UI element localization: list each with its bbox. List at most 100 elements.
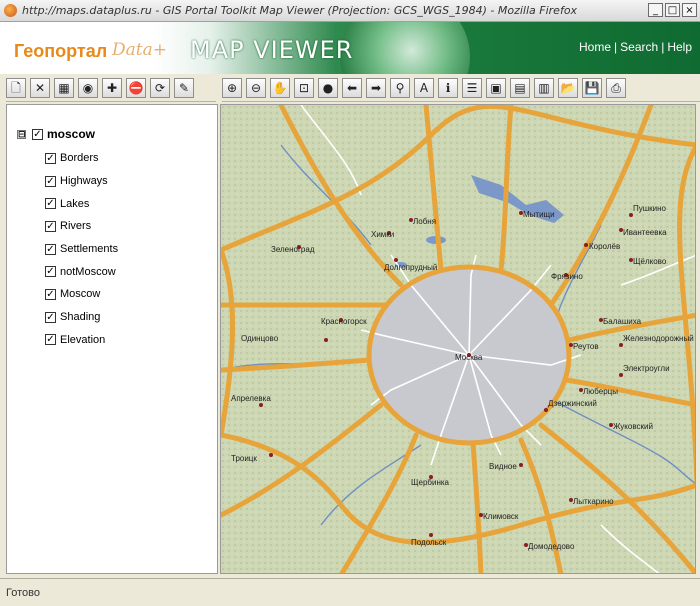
refresh-icon: ⟳	[154, 81, 166, 95]
map-label: Москва	[455, 353, 483, 362]
back-arrow-icon: ⬅	[346, 81, 358, 95]
layer-checkbox[interactable]: ✓	[45, 266, 56, 278]
map-label: Балашиха	[603, 317, 642, 326]
text-tool-icon: A	[419, 81, 429, 95]
globe-button[interactable]: ◉	[78, 78, 98, 98]
map-label: Домодедово	[528, 542, 575, 551]
full-extent-globe-icon: ●	[322, 81, 334, 95]
layer-item[interactable]: ✓ Rivers	[45, 215, 118, 238]
layer-checkbox[interactable]: ✓	[45, 198, 56, 210]
print-button[interactable]: ⎙	[606, 78, 626, 98]
minimize-button[interactable]: _	[648, 3, 663, 17]
map-label: Троицк	[231, 454, 257, 463]
collapse-toggle[interactable]: ⊟	[17, 129, 26, 139]
save-icon: 💾	[584, 81, 600, 95]
delete-button[interactable]: ✕	[30, 78, 50, 98]
map-label: Люберцы	[583, 387, 618, 396]
window-controls: _ □ ×	[648, 3, 697, 17]
settlement-marker	[519, 463, 523, 467]
pan-hand-button[interactable]: ✋	[270, 78, 290, 98]
stop-button[interactable]: ⛔	[126, 78, 146, 98]
settlement-marker	[544, 408, 548, 412]
globe-icon: ◉	[82, 81, 94, 95]
window-title: http://maps.dataplus.ru - GIS Portal Too…	[22, 4, 578, 17]
pen-icon: ✎	[178, 81, 190, 95]
forward-arrow-button[interactable]: ➡	[366, 78, 386, 98]
layer-label: Elevation	[60, 333, 106, 346]
stop-icon: ⛔	[128, 81, 144, 95]
layer-label: Shading	[60, 311, 101, 324]
zoom-out-button[interactable]: ⊖	[246, 78, 266, 98]
map-label: Жуковский	[613, 422, 653, 431]
clear-selection-button[interactable]: ▤	[510, 78, 530, 98]
brand-logo: Data+	[112, 40, 167, 60]
legend-icon: ☰	[466, 81, 478, 95]
open-folder-button[interactable]: 📂	[558, 78, 578, 98]
map-label: Красногорск	[321, 317, 367, 326]
layers-button[interactable]: ▦	[54, 78, 74, 98]
layer-tree: ⊟ ✓ moscow ✓ Borders ✓ Highways ✓ Lakes ✓ River…	[17, 127, 118, 351]
layer-label: Lakes	[60, 197, 90, 210]
zoom-in-button[interactable]: ⊕	[222, 78, 242, 98]
layer-toolbar: 🗋 ✕ ▦ ◉ ✚ ⛔ ⟳ ✎	[6, 75, 216, 102]
root-checkbox[interactable]: ✓	[32, 128, 43, 140]
close-button[interactable]: ×	[682, 3, 697, 17]
search-link[interactable]: Search	[620, 40, 658, 54]
layer-item[interactable]: ✓ notMoscow	[45, 260, 118, 283]
layer-checkbox[interactable]: ✓	[45, 175, 56, 187]
layer-label: Borders	[60, 152, 99, 165]
map-label: Лыткарино	[573, 497, 614, 506]
layer-checkbox[interactable]: ✓	[45, 152, 56, 164]
layer-label: Moscow	[60, 288, 101, 301]
header-banner: Геопортал Data+ MAP VIEWER Home | Search | H…	[0, 22, 700, 74]
map-toolbar: ⊕ ⊖ ✋ ⊡ ● ⬅ ➡ ⚲ Aℹ ☰ ▣ ▤ ▥ 📂 💾 ⎙	[222, 75, 700, 102]
brand-name: Геопортал	[14, 41, 108, 61]
full-extent-globe-button[interactable]: ●	[318, 78, 338, 98]
find-binoculars-button[interactable]: ⚲	[390, 78, 410, 98]
map-label: Ивантеевка	[623, 228, 667, 237]
measure-icon: ▥	[538, 81, 550, 95]
settlement-marker	[269, 453, 273, 457]
layer-checkbox[interactable]: ✓	[45, 334, 56, 346]
map-label: Железнодорожный	[623, 334, 694, 343]
identify-icon: ℹ	[445, 81, 451, 95]
window-titlebar[interactable]: http://maps.dataplus.ru - GIS Portal Too…	[0, 0, 700, 22]
layer-item[interactable]: ✓ Highways	[45, 170, 118, 193]
layer-checkbox[interactable]: ✓	[45, 288, 56, 300]
identify-button[interactable]: ℹ	[438, 78, 458, 98]
text-tool-button[interactable]: A	[414, 78, 434, 98]
zoom-extent-button[interactable]: ⊡	[294, 78, 314, 98]
maximize-button[interactable]: □	[665, 3, 680, 17]
select-button[interactable]: ▣	[486, 78, 506, 98]
map-label: Электроугли	[623, 364, 670, 373]
layer-item[interactable]: ✓ Borders	[45, 147, 118, 170]
layer-item[interactable]: ✓ Lakes	[45, 192, 118, 215]
map-label: Реутов	[573, 342, 599, 351]
map-label: Химки	[371, 230, 394, 239]
layer-item[interactable]: ✓ Settlements	[45, 238, 118, 261]
layer-checkbox[interactable]: ✓	[45, 243, 56, 255]
layer-item[interactable]: ✓ Moscow	[45, 283, 118, 306]
legend-button[interactable]: ☰	[462, 78, 482, 98]
print-icon: ⎙	[611, 81, 621, 95]
back-arrow-button[interactable]: ⬅	[342, 78, 362, 98]
pen-button[interactable]: ✎	[174, 78, 194, 98]
save-button[interactable]: 💾	[582, 78, 602, 98]
layer-item[interactable]: ✓ Shading	[45, 306, 118, 329]
settlement-marker	[429, 533, 433, 537]
home-link[interactable]: Home	[579, 40, 611, 54]
help-link[interactable]: Help	[667, 40, 692, 54]
add-layer-button[interactable]: ✚	[102, 78, 122, 98]
new-doc-button[interactable]: 🗋	[6, 78, 26, 98]
map-view[interactable]: Зеленоград Мытищи Лобня Долгопрудный Кор…	[220, 104, 696, 574]
open-folder-icon: 📂	[560, 81, 576, 95]
layer-item[interactable]: ✓ Elevation	[45, 329, 118, 352]
measure-button[interactable]: ▥	[534, 78, 554, 98]
layer-checkbox[interactable]: ✓	[45, 311, 56, 323]
layers-icon: ▦	[58, 81, 70, 95]
tree-root-moscow: ⊟ ✓ moscow	[17, 127, 118, 141]
refresh-button[interactable]: ⟳	[150, 78, 170, 98]
settlement-marker	[619, 373, 623, 377]
map-canvas[interactable]: Зеленоград Мытищи Лобня Долгопрудный Кор…	[221, 105, 696, 574]
layer-checkbox[interactable]: ✓	[45, 220, 56, 232]
